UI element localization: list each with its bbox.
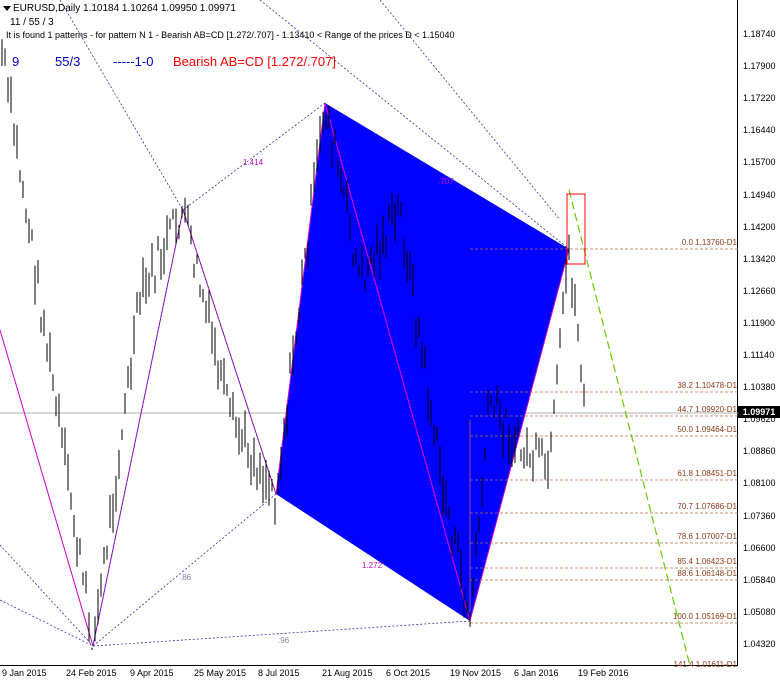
overlay-dash-label: -----1-0 bbox=[113, 54, 154, 69]
pattern-found-text: It is found 1 patterns - for pattern N 1… bbox=[6, 30, 455, 40]
time-tick: 19 Feb 2016 bbox=[578, 668, 629, 678]
price-tick: 1.17900 bbox=[743, 61, 776, 72]
price-tick: 1.15700 bbox=[743, 157, 776, 168]
price-tick: 1.17220 bbox=[743, 93, 776, 104]
price-tick: 1.10380 bbox=[743, 382, 776, 393]
ratio-label-1272: 1.272 bbox=[362, 561, 383, 570]
fib-level-label: 88.6 1.06148-D1 bbox=[677, 569, 737, 578]
fib-level-label: 44.7 1.09920-D1 bbox=[677, 405, 737, 414]
fib-level-label: 61.8 1.08451-D1 bbox=[677, 469, 737, 478]
overlay-params: 55/3 bbox=[55, 54, 81, 69]
fib-level-label: 70.7 1.07686-D1 bbox=[677, 502, 737, 511]
price-tick: 1.05840 bbox=[743, 574, 776, 585]
time-tick: 8 Jul 2015 bbox=[258, 668, 300, 678]
fib-level-label: 141.4 1.01611-D1 bbox=[673, 660, 737, 669]
ratio-label-96: .96 bbox=[278, 636, 290, 645]
price-tick: 1.07360 bbox=[743, 510, 776, 521]
projection-line bbox=[568, 189, 691, 666]
fib-level-label: 50.0 1.09464-D1 bbox=[677, 425, 737, 434]
price-tick: 1.13420 bbox=[743, 253, 776, 264]
time-tick: 24 Feb 2015 bbox=[66, 668, 117, 678]
price-tick: 1.08100 bbox=[743, 478, 776, 489]
price-tick: 1.08860 bbox=[743, 446, 776, 457]
price-tick: 1.18740 bbox=[743, 29, 776, 39]
price-tick: 1.04320 bbox=[743, 638, 776, 649]
indicator-params: 11 / 55 / 3 bbox=[10, 17, 54, 28]
fib-level-label: 85.4 1.06423-D1 bbox=[677, 557, 737, 566]
chevron-down-icon[interactable] bbox=[3, 6, 11, 11]
fib-level-label: 78.6 1.07007-D1 bbox=[677, 532, 737, 541]
price-tick: 1.16440 bbox=[743, 125, 776, 136]
time-tick: 9 Jan 2015 bbox=[2, 668, 47, 678]
ratio-label-707: .707 bbox=[438, 177, 454, 186]
ratio-label-86: .86 bbox=[180, 573, 192, 582]
price-tick: 1.05080 bbox=[743, 606, 776, 617]
price-tick: 1.06600 bbox=[743, 542, 776, 553]
overlay-left-number: 9 bbox=[12, 54, 20, 69]
fib-level-label: 0.0 1.13760-D1 bbox=[681, 238, 737, 247]
time-tick: 21 Aug 2015 bbox=[322, 668, 373, 678]
price-tick: 1.12660 bbox=[743, 285, 776, 296]
pattern-name: Bearish AB=CD [1.272/.707] bbox=[173, 54, 336, 69]
price-tick: 1.11140 bbox=[743, 350, 775, 360]
symbol-line: EURUSD,Daily 1.10184 1.10264 1.09950 1.0… bbox=[13, 3, 236, 14]
price-tick: 1.14200 bbox=[743, 221, 776, 232]
time-tick: 6 Jan 2016 bbox=[514, 668, 559, 678]
time-tick: 9 Apr 2015 bbox=[130, 668, 174, 678]
time-tick: 25 May 2015 bbox=[194, 668, 247, 678]
ratio-label-1414: 1.414 bbox=[243, 158, 264, 167]
price-tick: 1.11900 bbox=[743, 317, 775, 328]
time-tick: 6 Oct 2015 bbox=[386, 668, 431, 678]
chart-window[interactable]: EURUSD,Daily 1.10184 1.10264 1.09950 1.0… bbox=[0, 0, 780, 684]
fib-level-label: 38.2 1.10478-D1 bbox=[677, 381, 737, 390]
time-tick: 19 Nov 2015 bbox=[450, 668, 502, 678]
price-tick: 1.14940 bbox=[743, 189, 776, 200]
fib-level-label: 100.0 1.05169-D1 bbox=[672, 612, 737, 621]
current-price-tag: 1.09971 bbox=[738, 406, 780, 418]
target-zone[interactable] bbox=[566, 193, 586, 265]
